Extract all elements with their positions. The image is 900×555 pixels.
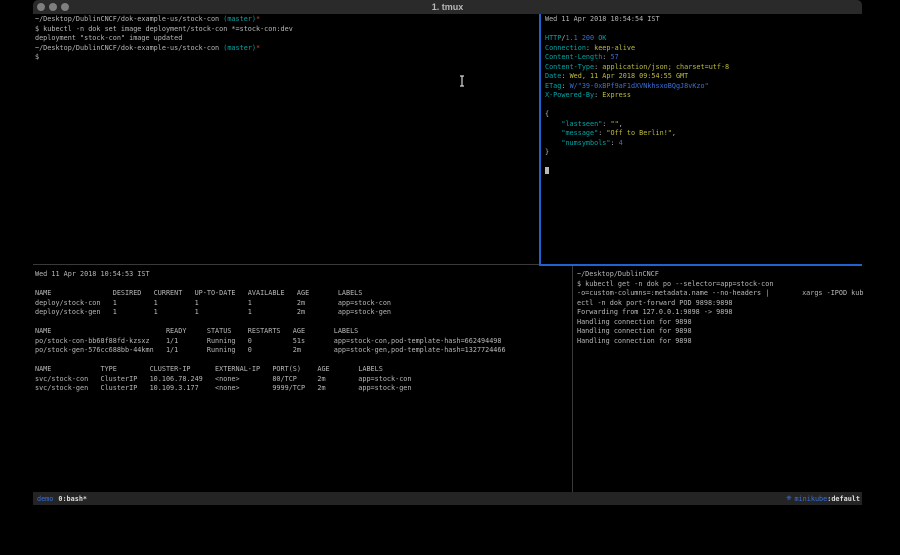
terminal-line: {: [545, 110, 866, 120]
terminal-line: Date: Wed, 11 Apr 2018 09:54:55 GMT: [545, 72, 866, 82]
terminal-line: po/stock-con-bb68f88fd-kzsxz 1/1 Running…: [35, 337, 574, 347]
terminal-line: "message": "Off to Berlin!",: [545, 129, 866, 139]
pane-border-horizontal-left[interactable]: [33, 264, 539, 265]
terminal-line: NAME TYPE CLUSTER-IP EXTERNAL-IP PORT(S)…: [35, 365, 574, 375]
terminal-line: [545, 25, 866, 35]
terminal-line: [545, 167, 866, 177]
terminal-line: $ kubectl get -n dok po --selector=app=s…: [577, 280, 865, 290]
terminal-line: Handling connection for 9898: [577, 327, 865, 337]
terminal-line: deployment "stock-con" image updated: [35, 34, 541, 44]
kubernetes-helm-icon: ⎈: [786, 494, 791, 503]
window-title: 1. tmux: [33, 0, 862, 14]
terminal-window: 1. tmux ~/Desktop/DublinCNCF/dok-example…: [33, 0, 862, 505]
terminal-pane-top-right[interactable]: Wed 11 Apr 2018 10:54:54 IST HTTP/1.1 20…: [541, 14, 866, 265]
ibeam-mouse-cursor: [458, 75, 466, 87]
kube-context-label: minikube: [795, 495, 828, 503]
terminal-line: Wed 11 Apr 2018 10:54:53 IST: [35, 270, 574, 280]
terminal-line: [35, 356, 574, 366]
terminal-line: "lastseen": "",: [545, 120, 866, 130]
terminal-line: [545, 101, 866, 111]
terminal-line: }: [545, 148, 866, 158]
terminal-line: NAME READY STATUS RESTARTS AGE LABELS: [35, 327, 574, 337]
tmux-window-tab[interactable]: 0:bash*: [58, 495, 87, 503]
terminal-line: Content-Type: application/json; charset=…: [545, 63, 866, 73]
terminal-pane-top-left[interactable]: ~/Desktop/DublinCNCF/dok-example-us/stoc…: [33, 14, 541, 265]
terminal-line: Forwarding from 127.0.0.1:9898 -> 9898: [577, 308, 865, 318]
terminal-line: [35, 280, 574, 290]
tmux-status-bar: demo 0:bash* ⎈ minikube :default: [33, 492, 862, 505]
tmux-session-name: demo: [37, 495, 53, 503]
terminal-line: ~/Desktop/DublinCNCF/dok-example-us/stoc…: [35, 15, 541, 25]
terminal-pane-bottom-left[interactable]: Wed 11 Apr 2018 10:54:53 IST NAME DESIRE…: [33, 266, 574, 496]
terminal-line: [35, 318, 574, 328]
kube-namespace-label: :default: [827, 495, 860, 503]
terminal-line: Wed 11 Apr 2018 10:54:54 IST: [545, 15, 866, 25]
terminal-pane-bottom-right[interactable]: ~/Desktop/DublinCNCF$ kubectl get -n dok…: [574, 266, 865, 496]
terminal-line: ETag: W/"39-0xBPf9aF1dXVNkhsxoBQgJ8vKzo": [545, 82, 866, 92]
terminal-line: -o=custom-columns=:metadata.name --no-he…: [577, 289, 865, 299]
terminal-line: po/stock-gen-576cc688bb-44kmn 1/1 Runnin…: [35, 346, 574, 356]
terminal-line: NAME DESIRED CURRENT UP-TO-DATE AVAILABL…: [35, 289, 574, 299]
terminal-line: deploy/stock-gen 1 1 1 1 2m app=stock-ge…: [35, 308, 574, 318]
terminal-line: ~/Desktop/DublinCNCF: [577, 270, 865, 280]
terminal-line: Handling connection for 9898: [577, 318, 865, 328]
window-titlebar[interactable]: 1. tmux: [33, 0, 862, 14]
terminal-line: X-Powered-By: Express: [545, 91, 866, 101]
terminal-line: Content-Length: 57: [545, 53, 866, 63]
desktop: 1. tmux ~/Desktop/DublinCNCF/dok-example…: [0, 0, 900, 555]
terminal-line: svc/stock-con ClusterIP 10.106.78.249 <n…: [35, 375, 574, 385]
terminal-line: svc/stock-gen ClusterIP 10.109.3.177 <no…: [35, 384, 574, 394]
terminal-line: ectl -n dok port-forward POD 9898:9898: [577, 299, 865, 309]
terminal-line: $ kubectl -n dok set image deployment/st…: [35, 25, 541, 35]
terminal-line: HTTP/1.1 200 OK: [545, 34, 866, 44]
terminal-line: Connection: keep-alive: [545, 44, 866, 54]
pane-border-vertical-bottom[interactable]: [572, 266, 573, 492]
terminal-line: $: [35, 53, 541, 63]
terminal-line: "numsymbols": 4: [545, 139, 866, 149]
terminal-line: Handling connection for 9898: [577, 337, 865, 347]
terminal-line: deploy/stock-con 1 1 1 1 2m app=stock-co…: [35, 299, 574, 309]
terminal-line: ~/Desktop/DublinCNCF/dok-example-us/stoc…: [35, 44, 541, 54]
terminal-line: [545, 158, 866, 168]
terminal-cursor: [545, 167, 549, 174]
